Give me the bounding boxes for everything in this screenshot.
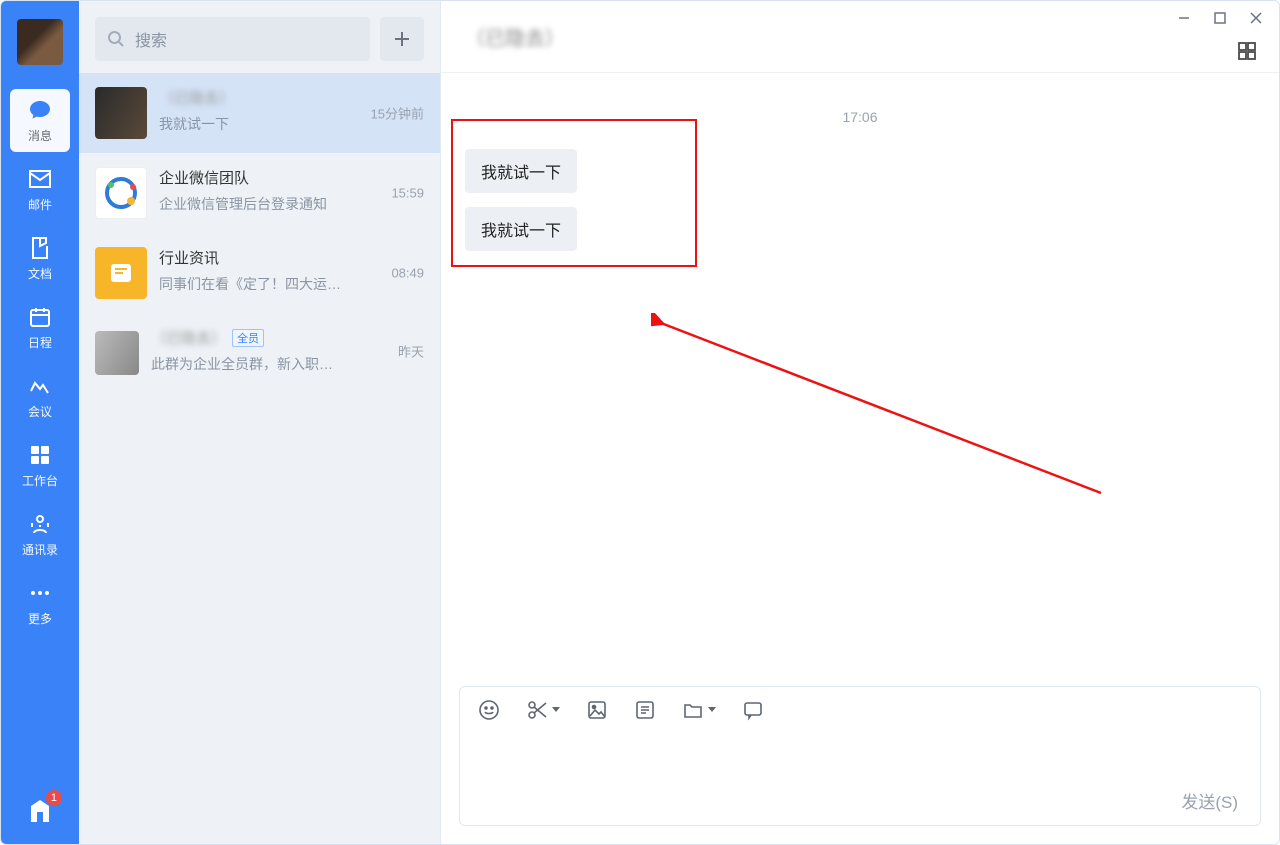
calendar-icon <box>27 304 53 330</box>
doc-icon <box>27 235 53 261</box>
minimize-button[interactable] <box>1177 11 1191 30</box>
nav-label: 通讯录 <box>22 541 58 558</box>
emoji-button[interactable] <box>478 699 500 721</box>
nav-mail[interactable]: 邮件 <box>10 158 70 221</box>
conversation-time: 08:49 <box>391 266 424 281</box>
chat-body: 17:06 我就试一下 我就试一下 <box>441 73 1279 686</box>
conversation-preview: 同事们在看《定了！四大运… <box>159 274 359 294</box>
search-input[interactable]: 搜索 <box>95 17 370 61</box>
chat-icon <box>742 699 764 721</box>
folder-icon <box>682 699 704 721</box>
nav-docs[interactable]: 文档 <box>10 227 70 290</box>
nav-label: 工作台 <box>22 472 58 489</box>
mail-icon <box>27 166 53 192</box>
message-composer: 发送(S) <box>459 686 1261 826</box>
conversation-list: 搜索 （已隐去） 我就试一下 15分钟前 企业微信团队 企业微信管理后台登录通知… <box>79 1 441 844</box>
conversation-preview: 此群为企业全员群，新入职… <box>151 354 351 374</box>
chat-pane: （已隐去） 17:06 我就试一下 我就试一下 <box>441 1 1279 844</box>
badge-count: 1 <box>46 790 62 806</box>
image-button[interactable] <box>586 699 608 721</box>
more-icon <box>27 580 53 606</box>
panel-toggle-button[interactable] <box>1237 41 1257 66</box>
nav-contacts[interactable]: 通讯录 <box>10 503 70 566</box>
nav-more[interactable]: 更多 <box>10 572 70 635</box>
conversation-preview: 我就试一下 <box>159 114 359 134</box>
composer-toolbar <box>460 687 1260 727</box>
screenshot-button[interactable] <box>526 699 560 721</box>
nav-rail: 消息 邮件 文档 日程 会议 <box>1 1 79 844</box>
wechat-work-icon <box>101 173 141 213</box>
card-icon <box>634 699 656 721</box>
quick-reply-button[interactable] <box>742 699 764 721</box>
scissors-icon <box>526 699 548 721</box>
plus-icon <box>392 29 412 49</box>
search-icon <box>107 30 125 48</box>
user-avatar[interactable] <box>17 19 63 65</box>
avatar <box>95 167 147 219</box>
nav-bottom-app[interactable]: 1 <box>10 796 70 844</box>
nav-label: 消息 <box>28 127 52 144</box>
nav-label: 日程 <box>28 334 52 351</box>
conversation-item[interactable]: 行业资讯 同事们在看《定了！四大运… 08:49 <box>79 233 440 313</box>
message-input[interactable]: 发送(S) <box>460 727 1260 825</box>
avatar <box>95 331 139 375</box>
chevron-down-icon <box>552 707 560 713</box>
conversation-name: （已隐去） <box>151 327 226 348</box>
chat-title: （已隐去） <box>465 22 565 51</box>
avatar <box>95 247 147 299</box>
file-button[interactable] <box>682 699 716 721</box>
nav-messages[interactable]: 消息 <box>10 89 70 152</box>
conversation-time: 15分钟前 <box>371 104 424 123</box>
annotation-arrow <box>651 313 1131 513</box>
close-button[interactable] <box>1249 11 1263 30</box>
search-placeholder: 搜索 <box>135 27 167 51</box>
conversation-time: 15:59 <box>391 186 424 201</box>
nav-label: 更多 <box>28 610 52 627</box>
news-icon <box>106 258 136 288</box>
conversation-name: 行业资讯 <box>159 247 219 268</box>
conversation-time: 昨天 <box>398 342 424 361</box>
avatar <box>95 87 147 139</box>
conversation-item[interactable]: （已隐去） 我就试一下 15分钟前 <box>79 73 440 153</box>
tag-all-members: 全员 <box>232 329 264 347</box>
emoji-icon <box>478 699 500 721</box>
conversation-item[interactable]: （已隐去） 全员 此群为企业全员群，新入职… 昨天 <box>79 313 440 389</box>
conversation-name: 企业微信团队 <box>159 167 249 188</box>
nav-meeting[interactable]: 会议 <box>10 365 70 428</box>
chat-bubble-icon <box>27 97 53 123</box>
chevron-down-icon <box>708 707 716 713</box>
nav-label: 邮件 <box>28 196 52 213</box>
chat-header: （已隐去） <box>441 1 1279 73</box>
nav-workbench[interactable]: 工作台 <box>10 434 70 497</box>
annotation-highlight-box <box>451 119 697 267</box>
apps-icon <box>27 442 53 468</box>
meeting-icon <box>27 373 53 399</box>
conversation-name: （已隐去） <box>159 87 234 108</box>
nav-label: 会议 <box>28 403 52 420</box>
contacts-icon <box>27 511 53 537</box>
nav-label: 文档 <box>28 265 52 282</box>
image-icon <box>586 699 608 721</box>
grid-icon <box>1237 41 1257 61</box>
window-controls <box>1177 11 1263 30</box>
card-button[interactable] <box>634 699 656 721</box>
conversation-item[interactable]: 企业微信团队 企业微信管理后台登录通知 15:59 <box>79 153 440 233</box>
maximize-button[interactable] <box>1213 11 1227 30</box>
conversation-preview: 企业微信管理后台登录通知 <box>159 194 359 214</box>
new-chat-button[interactable] <box>380 17 424 61</box>
nav-calendar[interactable]: 日程 <box>10 296 70 359</box>
send-button[interactable]: 发送(S) <box>1181 788 1238 813</box>
